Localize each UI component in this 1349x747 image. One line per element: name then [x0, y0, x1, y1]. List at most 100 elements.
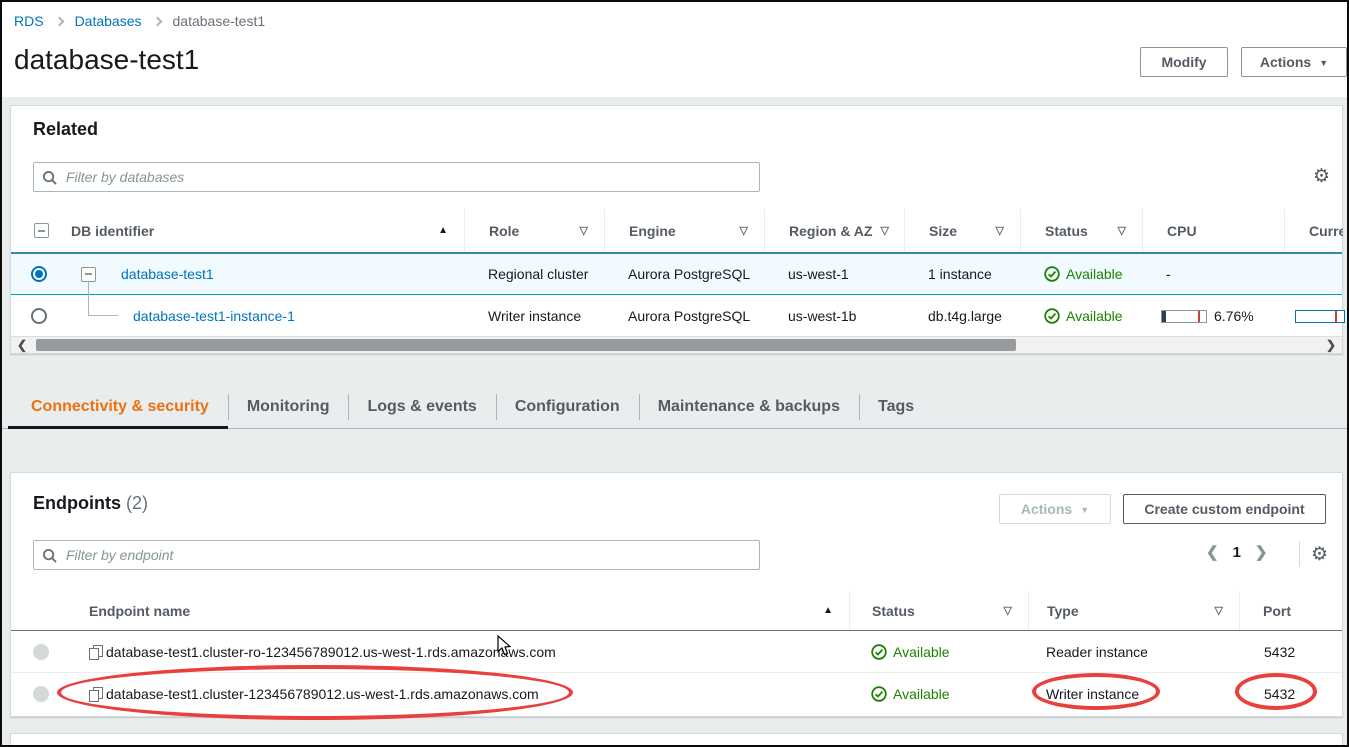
breadcrumb-databases[interactable]: Databases [75, 13, 142, 29]
related-filter [33, 162, 760, 192]
related-filter-input[interactable] [64, 168, 751, 186]
db-identifier-link[interactable]: database-test1 [121, 266, 214, 282]
status-badge: Available [871, 644, 950, 660]
pagination: ❮︎ 1 ❯︎ [1206, 543, 1268, 561]
status-badge: Available [1044, 308, 1123, 324]
caret-down-icon: ▼ [1319, 58, 1328, 68]
column-header-current[interactable]: Current [1284, 209, 1343, 252]
row-radio-disabled[interactable] [33, 644, 49, 660]
tab-connectivity-security[interactable]: Connectivity & security [12, 386, 228, 428]
status-label: Available [893, 644, 950, 660]
scroll-right-arrow[interactable]: ❯︎ [1320, 337, 1342, 353]
region-az-cell: us-west-1 [788, 254, 849, 294]
column-header-status[interactable]: Status ▽ [1020, 209, 1142, 252]
status-badge: Available [1044, 266, 1123, 282]
modify-button[interactable]: Modify [1140, 47, 1228, 77]
table-row-instance[interactable]: database-test1-instance-1 Writer instanc… [11, 296, 1342, 337]
search-icon [42, 548, 57, 563]
endpoint-row-writer[interactable]: database-test1.cluster-123456789012.us-w… [11, 673, 1342, 715]
column-filter-icon[interactable]: ▽ [1118, 224, 1126, 237]
breadcrumb-current: database-test1 [173, 13, 266, 29]
caret-down-icon: ▼ [1080, 505, 1089, 515]
current-activity-cell [1295, 296, 1345, 336]
endpoints-count: (2) [126, 493, 148, 513]
db-identifier-link[interactable]: database-test1-instance-1 [133, 308, 295, 324]
check-circle-icon [1044, 308, 1060, 324]
endpoint-name: database-test1.cluster-123456789012.us-w… [106, 686, 539, 702]
check-circle-icon [871, 644, 887, 660]
sort-ascending-icon[interactable]: ▲ [438, 225, 448, 236]
copy-icon[interactable] [89, 645, 102, 659]
column-header-port[interactable]: Port [1239, 591, 1343, 630]
role-cell: Regional cluster [488, 254, 588, 294]
sort-ascending-icon[interactable]: ▲ [823, 605, 833, 616]
collapse-all-icon[interactable] [34, 223, 49, 238]
endpoint-port-cell: 5432 [1264, 631, 1295, 672]
tab-maintenance-backups[interactable]: Maintenance & backups [639, 386, 859, 428]
column-filter-icon[interactable]: ▽ [1004, 604, 1012, 617]
role-cell: Writer instance [488, 296, 581, 336]
row-radio-unselected[interactable] [31, 308, 47, 324]
column-header-role[interactable]: Role ▽ [464, 209, 604, 252]
horizontal-scrollbar[interactable]: ❮︎ ❯︎ [11, 336, 1342, 353]
search-icon [42, 170, 57, 185]
related-panel: Related ⚙ DB identifier ▲ Role ▽ Engine … [10, 105, 1343, 354]
rds-console-page: RDS Databases database-test1 database-te… [0, 0, 1349, 747]
engine-cell: Aurora PostgreSQL [628, 296, 750, 336]
table-row-cluster[interactable]: database-test1 Regional cluster Aurora P… [11, 253, 1342, 295]
next-section-panel [10, 733, 1343, 747]
column-header-db-identifier[interactable]: DB identifier ▲ [11, 209, 464, 252]
scroll-left-arrow[interactable]: ❮︎ [11, 337, 33, 353]
column-label: Current [1309, 223, 1343, 239]
status-label: Available [1066, 266, 1123, 282]
cpu-cell: - [1166, 254, 1171, 294]
column-filter-icon[interactable]: ▽ [580, 224, 588, 237]
collapse-row-icon[interactable] [81, 267, 96, 282]
endpoint-filter [33, 540, 760, 570]
actions-dropdown-button[interactable]: Actions ▼ [1241, 47, 1347, 77]
endpoint-filter-input[interactable] [64, 546, 751, 564]
column-header-region-az[interactable]: Region & AZ ▽ [764, 209, 904, 252]
column-header-cpu[interactable]: CPU [1142, 209, 1284, 252]
column-label: Engine [629, 223, 676, 239]
copy-icon[interactable] [89, 687, 102, 701]
column-header-size[interactable]: Size ▽ [904, 209, 1020, 252]
check-circle-icon [1044, 266, 1060, 282]
column-header-endpoint-name[interactable]: Endpoint name ▲ [11, 591, 849, 630]
column-header-status[interactable]: Status ▽ [849, 591, 1028, 630]
column-filter-icon[interactable]: ▽ [996, 224, 1004, 237]
column-header-engine[interactable]: Engine ▽ [604, 209, 764, 252]
scrollbar-thumb[interactable] [36, 339, 1016, 351]
column-label: Size [929, 223, 957, 239]
column-label: Port [1263, 603, 1291, 619]
create-custom-endpoint-button[interactable]: Create custom endpoint [1123, 494, 1326, 524]
check-circle-icon [871, 686, 887, 702]
tab-monitoring[interactable]: Monitoring [228, 386, 349, 428]
endpoint-type-cell: Writer instance [1046, 673, 1139, 715]
endpoints-table-header: Endpoint name ▲ Status ▽ Type ▽ Port [11, 591, 1342, 631]
page-number[interactable]: 1 [1233, 544, 1241, 561]
column-header-type[interactable]: Type ▽ [1028, 591, 1239, 630]
column-filter-icon[interactable]: ▽ [1215, 604, 1223, 617]
create-button-label: Create custom endpoint [1144, 501, 1304, 517]
endpoints-settings-gear-icon[interactable]: ⚙ [1311, 545, 1328, 564]
row-radio-disabled[interactable] [33, 686, 49, 702]
next-page-icon[interactable]: ❯︎ [1255, 543, 1268, 561]
column-filter-icon[interactable]: ▽ [740, 224, 748, 237]
current-activity-meter [1295, 310, 1345, 323]
divider [1299, 541, 1300, 567]
page-header: RDS Databases database-test1 database-te… [2, 2, 1347, 97]
endpoints-heading: Endpoints (2) [33, 493, 148, 514]
tab-configuration[interactable]: Configuration [496, 386, 639, 428]
previous-page-icon[interactable]: ❮︎ [1206, 543, 1219, 561]
row-radio-selected[interactable] [31, 266, 47, 282]
column-label: CPU [1167, 223, 1197, 239]
endpoints-actions-button-disabled[interactable]: Actions ▼ [999, 494, 1111, 524]
related-settings-gear-icon[interactable]: ⚙ [1313, 167, 1330, 186]
endpoint-row-reader[interactable]: database-test1.cluster-ro-123456789012.u… [11, 631, 1342, 673]
related-table-header: DB identifier ▲ Role ▽ Engine ▽ Region &… [11, 209, 1342, 253]
tab-tags[interactable]: Tags [859, 386, 933, 428]
column-filter-icon[interactable]: ▽ [880, 224, 888, 237]
tab-logs-events[interactable]: Logs & events [348, 386, 495, 428]
breadcrumb-rds[interactable]: RDS [14, 13, 44, 29]
